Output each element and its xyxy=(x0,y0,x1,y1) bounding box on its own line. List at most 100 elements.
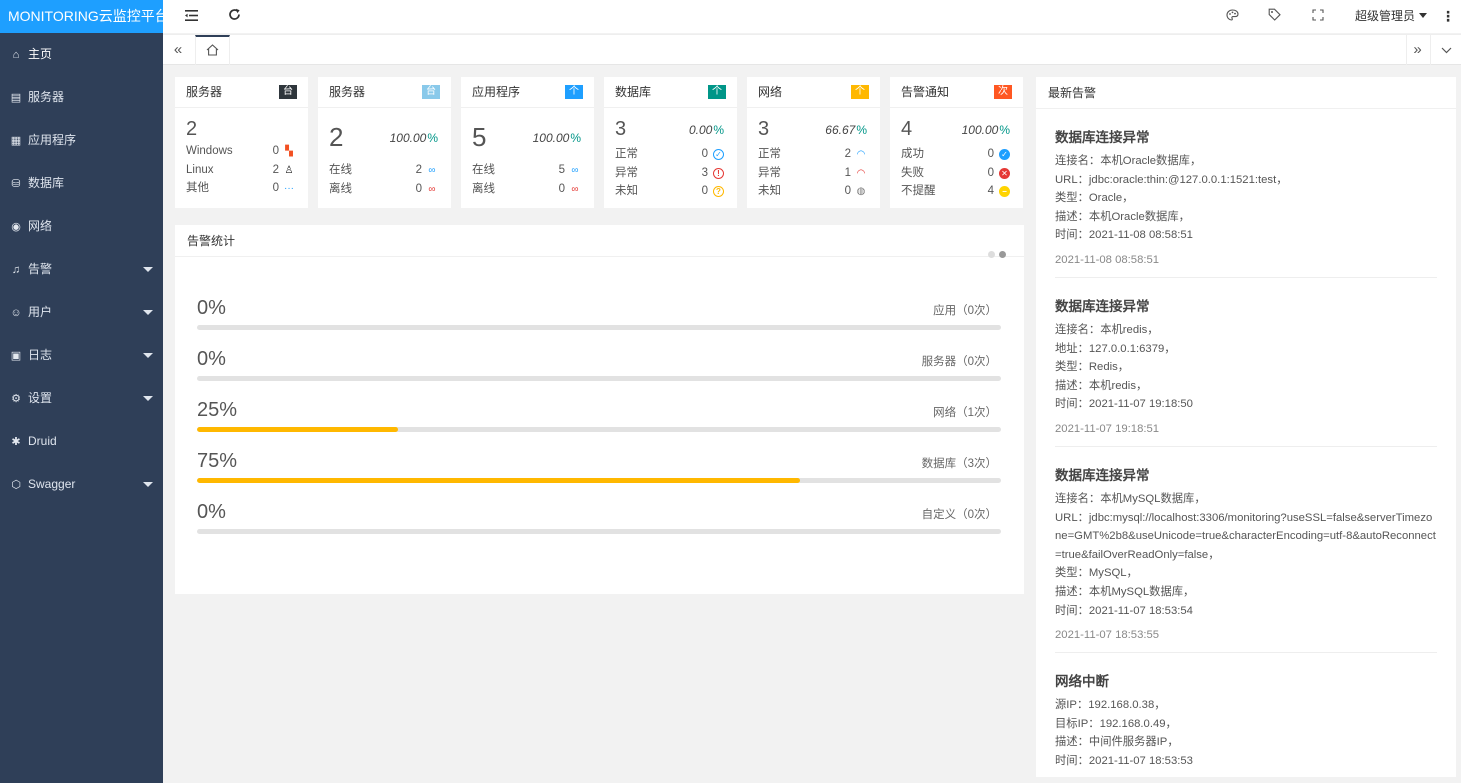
alert-detail-line: URL：jdbc:mysql://localhost:3306/monitori… xyxy=(1055,511,1436,561)
menu-collapse-icon[interactable] xyxy=(185,0,198,33)
user-menu[interactable]: 超级管理员 xyxy=(1355,0,1428,33)
stat-card-title: 服务器 xyxy=(329,85,366,99)
alert-item[interactable]: 数据库连接异常 连接名：本机Oracle数据库， URL：jdbc:oracle:t… xyxy=(1055,109,1437,278)
caret-down-icon xyxy=(143,310,153,315)
stat-card[interactable]: 网络 个 3 66.67% 正常 2 ◠ 异常 1 ◠ 未知 0 ◍ xyxy=(747,77,880,208)
alert-detail-line: 描述：本机redis， xyxy=(1055,379,1148,392)
more-icon: ··· xyxy=(284,183,294,195)
stat-row-label: 离线 xyxy=(472,182,495,195)
sidebar-item-5[interactable]: ♫ 告警 xyxy=(0,248,163,291)
stat-card-header: 数据库 个 xyxy=(604,77,737,108)
stat-card-badge: 个 xyxy=(565,85,583,99)
stat-total: 3 xyxy=(615,118,627,140)
alarm-progress-item: 0% 自定义（0次） xyxy=(197,501,1001,549)
tabs-scroll-right-icon[interactable]: » xyxy=(1406,35,1428,65)
stat-total: 2 xyxy=(329,122,344,152)
latest-alerts-title: 最新告警 xyxy=(1048,86,1097,100)
sidebar-item-6[interactable]: ☺ 用户 xyxy=(0,291,163,334)
alert-list: 数据库连接异常 连接名：本机Oracle数据库， URL：jdbc:oracle:t… xyxy=(1036,109,1456,777)
alert-item[interactable]: 网络中断 源IP：192.168.0.38， 目标IP：192.168.0.49， 描… xyxy=(1055,653,1437,777)
progress-bar xyxy=(197,529,1001,534)
carousel-dots[interactable] xyxy=(984,238,1006,270)
alarm-stats-title: 告警统计 xyxy=(187,234,236,248)
question-circle-icon: ? xyxy=(713,186,724,198)
tabs-scroll-left-icon[interactable]: « xyxy=(169,35,187,65)
apps-icon: ▦ xyxy=(10,135,22,147)
fullscreen-icon[interactable] xyxy=(1312,0,1324,33)
alert-title: 数据库连接异常 xyxy=(1055,130,1150,145)
stat-percent: 100.00% xyxy=(962,123,1010,137)
bell-icon: ♫ xyxy=(11,264,21,276)
sidebar-item-9[interactable]: ✱ Druid xyxy=(0,420,163,463)
progress-label: 服务器（0次） xyxy=(921,356,997,368)
stat-row-label: Linux xyxy=(186,163,214,176)
sidebar-item-4[interactable]: ◉ 网络 xyxy=(0,205,163,248)
stat-row-value: 0 xyxy=(272,182,279,195)
stat-card[interactable]: 告警通知次 4 100.00% 成功 0 ✓ 失败 0 ✕ 不提醒 4− xyxy=(890,77,1023,208)
unlink-icon: ∞ xyxy=(571,183,579,195)
sidebar-item-1[interactable]: ▤ 服务器 xyxy=(0,76,163,119)
link-icon: ∞ xyxy=(428,165,436,176)
sidebar-item-2[interactable]: ▦ 应用程序 xyxy=(0,119,163,162)
stat-row-label: 在线 xyxy=(472,164,495,176)
tag-icon[interactable] xyxy=(1268,0,1281,33)
chevron-down-icon xyxy=(1419,13,1428,18)
stat-card-title: 告警通知 xyxy=(901,85,950,99)
sidebar-item-7[interactable]: ▣ 日志 xyxy=(0,334,163,377)
stat-percent: 100.00% xyxy=(533,131,581,145)
sidebar-item-8[interactable]: ⚙ 设置 xyxy=(0,377,163,420)
stat-row: 在线 5 ∞ xyxy=(472,161,581,180)
stat-row-value: 2 xyxy=(844,148,851,160)
sidebar-item-3[interactable]: ⛁ 数据库 xyxy=(0,162,163,205)
alert-timestamp: 2021-11-07 19:18:51 xyxy=(1055,422,1160,435)
sidebar-item-0[interactable]: ⌂ 主页 xyxy=(0,33,163,76)
progress-label: 数据库（3次） xyxy=(921,458,997,470)
carousel-dot[interactable] xyxy=(988,251,995,258)
alert-detail-line: 时间：2021-11-08 08:58:51 xyxy=(1055,229,1193,242)
more-vertical-icon[interactable]: ⋮ xyxy=(1441,0,1455,33)
theme-icon[interactable] xyxy=(1226,0,1239,33)
sidebar-item-label: 设置 xyxy=(28,391,53,405)
stat-row-label: 异常 xyxy=(615,166,638,179)
stat-row: Linux 2 ♙ xyxy=(186,161,295,180)
progress-label: 应用（0次） xyxy=(933,305,997,317)
stat-total: 4 xyxy=(901,118,913,140)
tabs-dropdown-icon[interactable] xyxy=(1430,35,1461,65)
stat-row-label: 未知 xyxy=(758,185,781,198)
stat-row-value: 5 xyxy=(558,164,565,176)
alarm-stats-panel: 告警统计 0% 应用（0次） 0% 服务器（0次） 25% 网络（1次） 75% 数据库（3次… xyxy=(175,225,1024,594)
refresh-icon[interactable] xyxy=(228,0,241,33)
stat-card[interactable]: 服务器 台 2 100.00% 在线 2 ∞ 离线 0 ∞ xyxy=(318,77,451,208)
stat-percent-value: 100.00 xyxy=(532,131,570,145)
app-logo-title[interactable]: MONITORING云监控平台 xyxy=(0,0,163,33)
alert-detail-line: 时间：2021-11-07 19:18:50 xyxy=(1055,398,1193,411)
stat-row-value: 2 xyxy=(272,163,279,176)
stat-card[interactable]: 服务器 台 2 Windows 0 ▚ Linux 2 ♙ 其他 0 ··· xyxy=(175,77,308,208)
stat-card-header: 告警通知 次 xyxy=(890,77,1023,108)
stat-card[interactable]: 应用程序 个 5 100.00% 在线 5 ∞ 离线 0 ∞ xyxy=(461,77,594,208)
alarm-progress-item: 0% 服务器（0次） xyxy=(197,348,1001,396)
stat-percent-value: 0.00 xyxy=(688,123,713,137)
stat-percent-value: 100.00 xyxy=(961,123,999,137)
stat-card-badge: 台 xyxy=(279,85,297,99)
stat-percent: 0.00% xyxy=(689,123,724,137)
stat-card-badge: 次 xyxy=(994,85,1012,99)
alert-item[interactable]: 数据库连接异常 连接名：本机redis， 地址：127.0.0.1:6379， 类型：… xyxy=(1055,278,1437,447)
top-header: 超级管理员 ⋮ xyxy=(163,0,1461,33)
carousel-dot-active[interactable] xyxy=(999,251,1006,258)
sidebar-item-label: Swagger xyxy=(28,477,76,491)
stat-row: 异常 3! xyxy=(615,164,724,183)
stat-row: 失败 0 ✕ xyxy=(901,164,1010,183)
tab-home[interactable] xyxy=(195,35,230,65)
linux-icon: ♙ xyxy=(284,164,294,176)
alert-item[interactable]: 数据库连接异常 连接名：本机MySQL数据库， URL：jdbc:mysql://l… xyxy=(1055,447,1437,654)
percent-sign: % xyxy=(713,123,724,137)
stat-row-value: 0 xyxy=(415,182,422,195)
windows-icon: ▚ xyxy=(285,146,293,157)
alert-detail-line: 连接名：本机Oracle数据库， xyxy=(1055,155,1202,167)
alert-detail-line: 地址：127.0.0.1:6379， xyxy=(1055,342,1176,355)
caret-down-icon xyxy=(143,267,153,272)
stat-card[interactable]: 数据库 个 3 0.00% 正常 0 ✓ 异常 3! 未知 0? xyxy=(604,77,737,208)
sidebar-item-10[interactable]: ⬡ Swagger xyxy=(0,463,163,506)
progress-percent: 25% xyxy=(197,399,238,421)
